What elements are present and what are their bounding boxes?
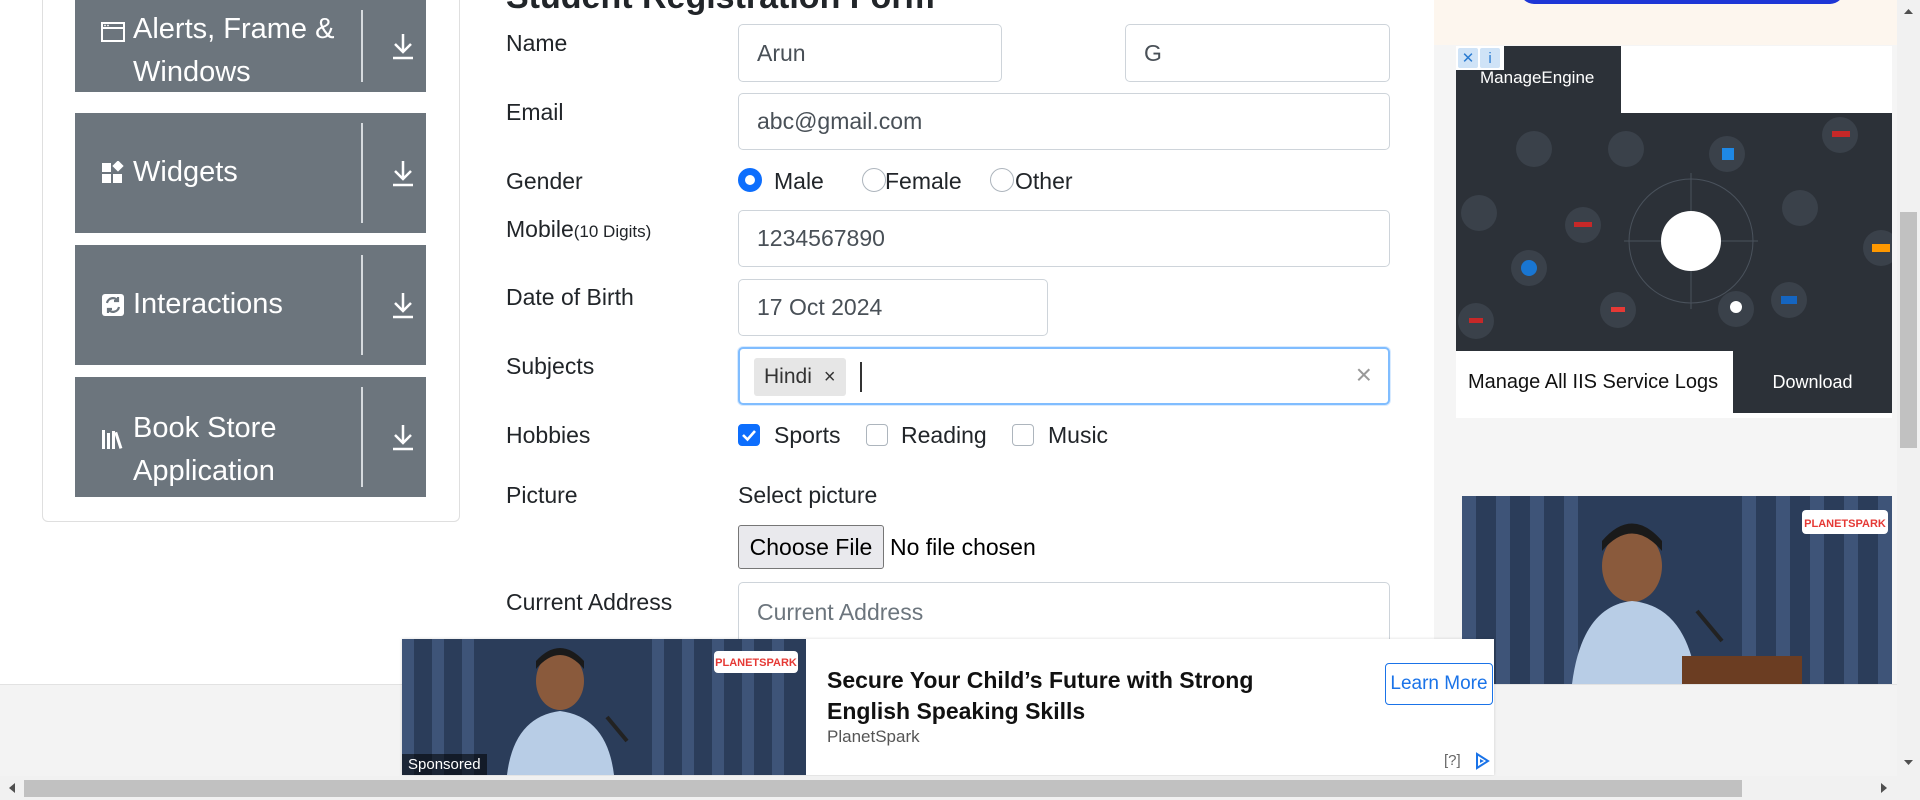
address-label: Current Address [506,589,673,615]
no-file-text: No file chosen [890,534,1036,560]
vertical-scroll-thumb[interactable] [1900,212,1917,448]
ad-brand-name: PlanetSpark [827,727,920,746]
scroll-down-icon[interactable] [1897,756,1920,770]
sidebar-group-label: Interactions [133,288,283,320]
interactions-icon [102,294,124,316]
mobile-input[interactable]: 1234567890 [738,210,1390,267]
sticky-bottom-ad[interactable]: PLANETSPARK Sponsored Secure Your Child’… [402,639,1494,775]
planetspark-logo: PLANETSPARK [1804,518,1886,530]
top-ad-strip [1434,0,1900,45]
scroll-right-icon[interactable] [1875,776,1893,800]
ad-caption[interactable]: Manage All IIS Service Logs [1456,351,1733,413]
email-label: Email [506,99,564,125]
divider [361,10,363,82]
ad-brand-tab: ✕ i ManageEngine [1456,46,1621,114]
scroll-up-icon[interactable] [1897,4,1920,18]
ad-headline[interactable]: Secure Your Child’s Future with Strong E… [827,665,1297,727]
picture-label: Picture [506,482,578,508]
widgets-icon [102,161,124,183]
divider [361,123,363,223]
form-title: Student Registration Form [506,0,935,17]
choose-file-button[interactable]: Choose File [738,525,884,569]
text-caret [860,362,862,392]
boy-speaking-image: PLANETSPARK [1462,496,1892,684]
clear-icon[interactable]: × [1356,359,1372,391]
subject-chip-label: Hindi [764,365,812,388]
sponsored-label: Sponsored [402,754,487,775]
horizontal-scroll-thumb[interactable] [24,780,1742,797]
dob-input[interactable]: 17 Oct 2024 [738,279,1048,336]
subject-chip: Hindi × [754,358,846,396]
sidebar-group-label: Book Store Application [133,412,277,487]
sidebar-group-label: Widgets [133,156,238,188]
name-label: Name [506,30,568,56]
download-arrow-icon[interactable] [389,30,417,62]
learn-more-button[interactable]: Learn More [1385,663,1493,705]
horizontal-scrollbar[interactable] [0,776,1897,800]
sticky-ad-image: PLANETSPARK Sponsored [402,639,806,775]
ad-download-button[interactable]: Download [1733,351,1892,413]
gender-female-label[interactable]: Female [885,168,962,195]
gender-male-label[interactable]: Male [774,168,824,195]
first-name-input[interactable]: Arun [738,24,1002,82]
planetspark-side-ad[interactable]: PLANETSPARK [1462,496,1892,684]
divider [361,255,363,355]
last-name-input[interactable]: G [1125,24,1390,82]
sidebar-group-interactions[interactable]: Interactions [75,245,426,365]
mobile-hint: (10 Digits) [573,222,652,241]
divider [361,387,363,487]
hobby-music-checkbox[interactable] [1012,424,1034,446]
ad-brand: ManageEngine [1480,68,1595,87]
adchoices-icon[interactable] [1474,752,1490,770]
hobby-sports-checkbox[interactable] [738,424,760,446]
books-icon [102,430,123,449]
hobby-sports-label[interactable]: Sports [774,422,840,449]
mobile-label: Mobile(10 Digits) [506,216,651,243]
ad-help-link[interactable]: [?] [1444,752,1461,769]
gender-male-radio[interactable] [738,168,762,192]
top-ad-button[interactable] [1520,0,1844,4]
gender-label: Gender [506,168,583,194]
hobby-music-label[interactable]: Music [1048,422,1108,449]
right-ad-column: ✕ i ManageEngine Manage All IIS Service … [1434,0,1900,684]
download-arrow-icon[interactable] [389,289,417,321]
manageengine-ad[interactable]: ✕ i ManageEngine Manage All IIS Service … [1456,46,1892,418]
hobby-reading-label[interactable]: Reading [901,422,987,449]
scroll-left-icon[interactable] [3,776,21,800]
vertical-scrollbar[interactable] [1897,0,1920,800]
download-arrow-icon[interactable] [389,157,417,189]
planetspark-logo: PLANETSPARK [715,657,797,669]
checkmark-icon [742,430,756,442]
gender-female-radio[interactable] [862,168,886,192]
adchoices: ✕ i [1456,46,1504,70]
sidebar-group-label: Alerts, Frame & Windows [133,13,335,88]
subjects-label: Subjects [506,353,595,379]
sidebar-group-widgets[interactable]: Widgets [75,113,426,233]
info-icon[interactable]: i [1480,48,1500,68]
close-icon[interactable]: ✕ [1458,48,1478,68]
address-placeholder: Current Address [757,599,924,625]
gender-other-label[interactable]: Other [1015,168,1073,195]
sidebar-group-book-store[interactable]: Book Store Application [75,377,426,497]
sidebar: Alerts, Frame & Windows Widgets Interact… [42,0,460,522]
sidebar-group-alerts[interactable]: Alerts, Frame & Windows [75,0,426,92]
hobbies-label: Hobbies [506,422,591,448]
gender-other-radio[interactable] [990,168,1014,192]
registration-form: Student Registration Form Name Arun G Em… [480,0,1400,652]
chip-remove-icon[interactable]: × [822,366,846,389]
mobile-label-text: Mobile [506,216,574,242]
hobby-reading-checkbox[interactable] [866,424,888,446]
dob-label: Date of Birth [506,284,634,310]
download-arrow-icon[interactable] [389,421,417,453]
picture-prompt: Select picture [738,482,878,508]
network-diagram [1458,117,1892,339]
subjects-input[interactable]: Hindi × × [738,347,1390,405]
window-icon [101,22,125,42]
email-input[interactable]: abc@gmail.com [738,93,1390,150]
ad-network-image [1456,113,1892,351]
